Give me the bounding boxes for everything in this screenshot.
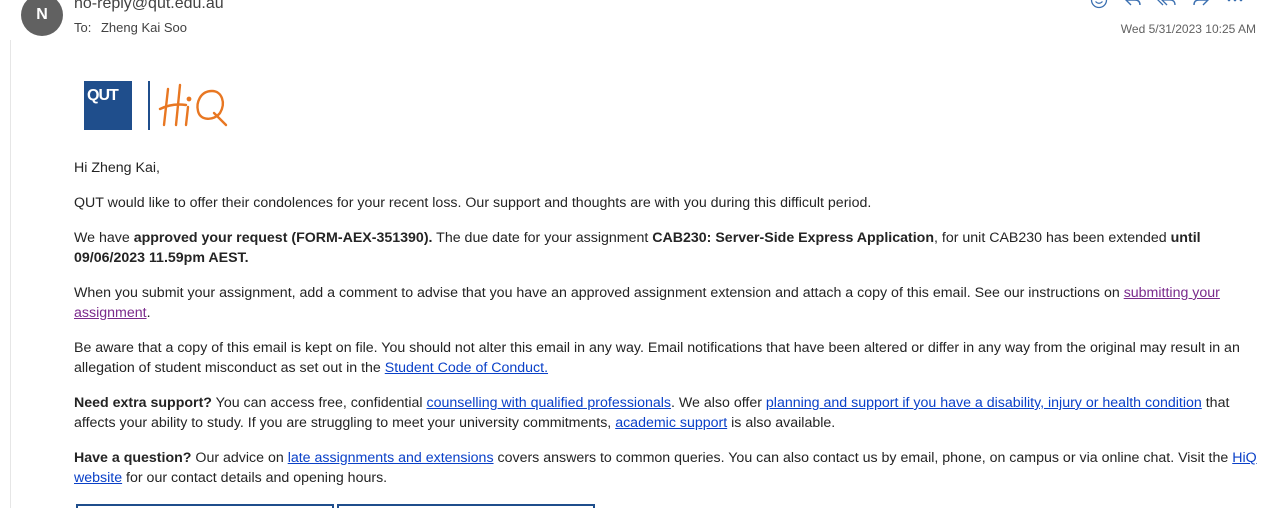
reply-all-icon[interactable] [1156,0,1178,10]
question-heading: Have a question? [74,450,192,466]
recipient-line: To: Zheng Kai Soo [74,20,187,35]
late-assignments-link[interactable]: late assignments and extensions [288,450,494,466]
action-button-2[interactable] [337,504,595,508]
approval-paragraph: We have approved your request (FORM-AEX-… [74,228,1259,268]
submission-paragraph: When you submit your assignment, add a c… [74,283,1259,323]
academic-support-link[interactable]: academic support [615,415,727,431]
approval-request-id: approved your request (FORM-AEX-351390). [133,230,433,246]
forward-icon[interactable] [1190,0,1212,10]
action-button-1[interactable] [76,504,334,508]
message-toolbar [1088,0,1246,10]
sender-avatar[interactable]: N [21,0,63,36]
question-text-3: for our contact details and opening hour… [122,470,388,486]
support-text-2: . We also offer [671,395,766,411]
support-heading: Need extra support? [74,395,212,411]
approval-text-2: The due date for your assignment [432,230,653,246]
email-reading-pane: N no-reply@qut.edu.au To: Zheng Kai Soo … [0,0,1276,508]
support-text-4: is also available. [727,415,836,431]
disability-support-link[interactable]: planning and support if you have a disab… [766,395,1202,411]
question-text-1: Our advice on [191,450,288,466]
emoji-icon[interactable] [1088,0,1110,10]
greeting: Hi Zheng Kai, [74,160,160,176]
email-logo: QUT [84,79,230,131]
misconduct-paragraph: Be aware that a copy of this email is ke… [74,338,1259,378]
sender-address[interactable]: no-reply@qut.edu.au [74,0,224,13]
qut-logo-text: QUT [87,86,119,104]
question-text-2: covers answers to common queries. You ca… [493,450,1233,466]
pane-divider [10,40,11,508]
email-body: Hi Zheng Kai, QUT would like to offer th… [74,158,1259,503]
to-label: To: [74,20,92,35]
logo-separator [148,80,150,130]
more-icon[interactable] [1224,0,1246,10]
message-timestamp: Wed 5/31/2023 10:25 AM [1120,22,1256,36]
submission-text: When you submit your assignment, add a c… [74,285,1124,301]
condolence-paragraph: QUT would like to offer their condolence… [74,195,872,211]
action-buttons [76,504,595,508]
approval-text-1: We have [74,230,134,246]
reply-icon[interactable] [1122,0,1144,10]
student-code-of-conduct-link[interactable]: Student Code of Conduct. [385,360,548,376]
misconduct-text: Be aware that a copy of this email is ke… [74,340,1240,376]
qut-logo: QUT [84,80,132,130]
recipient-name[interactable]: Zheng Kai Soo [101,20,187,35]
question-paragraph: Have a question? Our advice on late assi… [74,448,1259,488]
assignment-name: CAB230: Server-Side Express Application [652,230,935,246]
hiq-logo [158,83,228,127]
submission-text-end: . [146,305,151,321]
support-text-1: You can access free, confidential [211,395,427,411]
support-paragraph: Need extra support? You can access free,… [74,393,1259,433]
approval-text-3: , for unit CAB230 has been extended [934,230,1171,246]
counselling-link[interactable]: counselling with qualified professionals [427,395,672,411]
